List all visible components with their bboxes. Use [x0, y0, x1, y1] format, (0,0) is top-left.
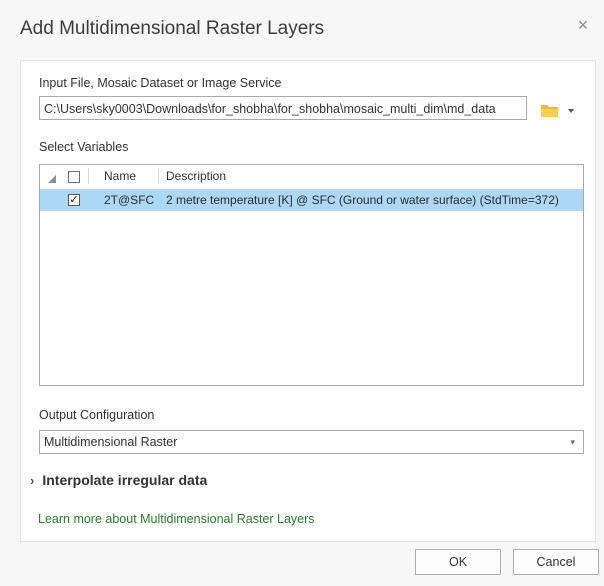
cancel-button[interactable]: Cancel: [513, 549, 599, 575]
output-configuration-value: Multidimensional Raster: [44, 435, 178, 449]
select-all-checkbox[interactable]: [68, 171, 80, 183]
column-header-name[interactable]: Name: [104, 169, 136, 183]
variable-name: 2T@SFC: [104, 193, 155, 207]
input-label: Input File, Mosaic Dataset or Image Serv…: [39, 76, 282, 90]
learn-more-link[interactable]: Learn more about Multidimensional Raster…: [38, 512, 315, 526]
browse-folder-button[interactable]: [539, 101, 579, 119]
input-path-field[interactable]: C:\Users\sky0003\Downloads\for_shobha\fo…: [39, 96, 527, 120]
chevron-right-icon: ›: [30, 473, 35, 488]
column-separator: [88, 168, 89, 184]
output-configuration-select[interactable]: Multidimensional Raster ▾: [39, 430, 584, 454]
variables-table: Name Description ✓ 2T@SFC 2 metre temper…: [39, 164, 584, 386]
add-multidimensional-raster-dialog: Add Multidimensional Raster Layers × Inp…: [0, 0, 604, 586]
sort-corner-icon: [48, 175, 56, 183]
chevron-down-icon: [568, 109, 574, 113]
dialog-title: Add Multidimensional Raster Layers: [20, 18, 325, 39]
close-icon[interactable]: ×: [574, 16, 592, 34]
output-configuration-label: Output Configuration: [39, 408, 155, 422]
row-checkbox[interactable]: ✓: [68, 194, 80, 206]
interpolate-label: Interpolate irregular data: [42, 472, 208, 488]
interpolate-expander[interactable]: › Interpolate irregular data: [30, 472, 207, 488]
table-header: Name Description: [40, 165, 583, 187]
table-row[interactable]: ✓ 2T@SFC 2 metre temperature [K] @ SFC (…: [40, 189, 583, 211]
chevron-down-icon: ▾: [570, 437, 575, 447]
variable-description: 2 metre temperature [K] @ SFC (Ground or…: [166, 193, 559, 207]
folder-icon: [541, 105, 574, 117]
select-variables-label: Select Variables: [39, 140, 129, 154]
column-separator: [158, 168, 159, 184]
column-header-description[interactable]: Description: [166, 169, 226, 183]
ok-button[interactable]: OK: [415, 549, 501, 575]
